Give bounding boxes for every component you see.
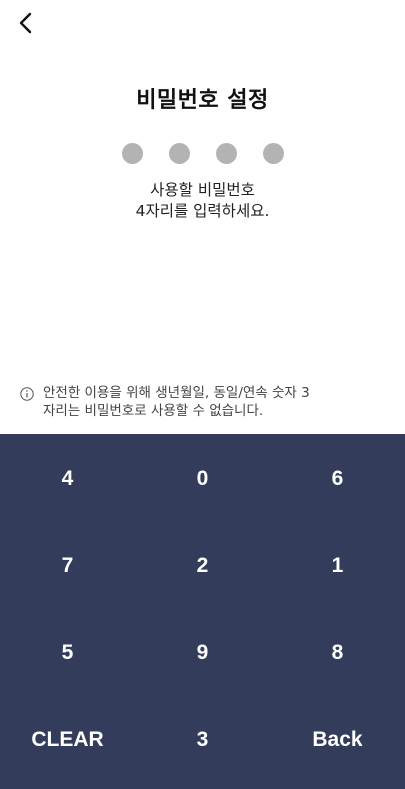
chevron-left-icon [19,12,32,34]
page-title: 비밀번호 설정 [136,88,269,113]
instruction-text: 사용할 비밀번호 4자리를 입력하세요. [0,180,405,222]
instruction-line: 사용할 비밀번호 [150,181,255,199]
pin-dot [121,143,143,164]
notice-line: 자리는 비밀번호로 사용할 수 없습니다. [43,403,264,419]
key-9[interactable]: 9 [135,609,270,696]
pin-setup-screen: 비밀번호 설정 사용할 비밀번호 4자리를 입력하세요. 안전한 이용을 위해 … [0,0,405,789]
clear-button[interactable]: CLEAR [0,696,135,783]
pin-dot [262,143,284,164]
key-6[interactable]: 6 [270,435,405,522]
pin-dot [215,143,237,164]
pin-dot [168,143,190,164]
info-icon [20,387,34,401]
pin-notice: 안전한 이용을 위해 생년월일, 동일/연속 숫자 3 자리는 비밀번호로 사용… [20,384,390,420]
key-1[interactable]: 1 [270,522,405,609]
notice-text: 안전한 이용을 위해 생년월일, 동일/연속 숫자 3 자리는 비밀번호로 사용… [43,384,310,420]
backspace-button[interactable]: Back [270,696,405,783]
key-7[interactable]: 7 [0,522,135,609]
key-0[interactable]: 0 [135,435,270,522]
key-8[interactable]: 8 [270,609,405,696]
pin-indicator [0,143,405,164]
key-4[interactable]: 4 [0,435,135,522]
back-button[interactable] [10,8,40,38]
key-5[interactable]: 5 [0,609,135,696]
key-2[interactable]: 2 [135,522,270,609]
instruction-line: 4자리를 입력하세요. [135,202,270,220]
notice-line: 안전한 이용을 위해 생년월일, 동일/연속 숫자 3 [43,385,310,401]
number-keypad: 4 0 6 7 2 1 5 9 8 CLEAR 3 Back [0,434,405,789]
key-3[interactable]: 3 [135,696,270,783]
